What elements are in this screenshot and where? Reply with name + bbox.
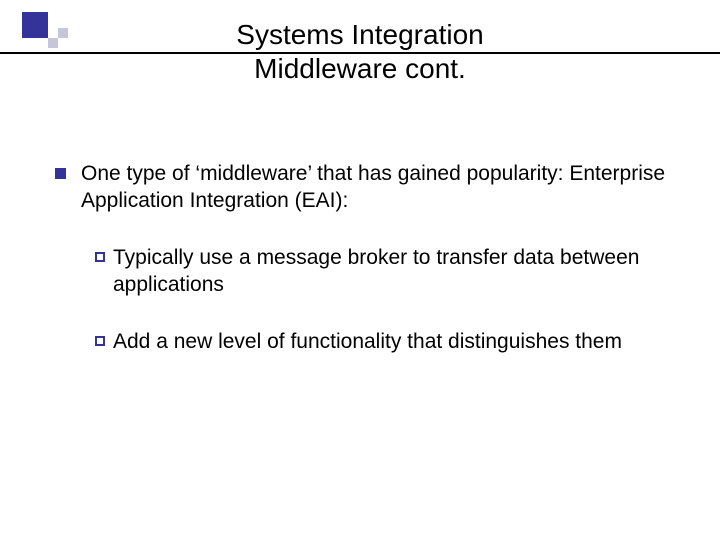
title-line-2: Middleware cont. (254, 53, 466, 84)
bullet-level2: Typically use a message broker to transf… (95, 244, 680, 298)
square-bullet-icon (55, 168, 66, 179)
slide: Systems Integration Middleware cont. One… (0, 0, 720, 540)
bullet-level2: Add a new level of functionality that di… (95, 328, 680, 355)
slide-title: Systems Integration Middleware cont. (0, 18, 720, 86)
title-line-1: Systems Integration (236, 19, 483, 50)
slide-body: One type of ‘middleware’ that has gained… (55, 160, 680, 385)
hollow-square-bullet-icon (95, 336, 105, 346)
bullet-text: Typically use a message broker to transf… (113, 244, 680, 298)
bullet-level1: One type of ‘middleware’ that has gained… (55, 160, 680, 214)
bullet-text: One type of ‘middleware’ that has gained… (81, 160, 680, 214)
hollow-square-bullet-icon (95, 252, 105, 262)
bullet-text: Add a new level of functionality that di… (113, 328, 680, 355)
